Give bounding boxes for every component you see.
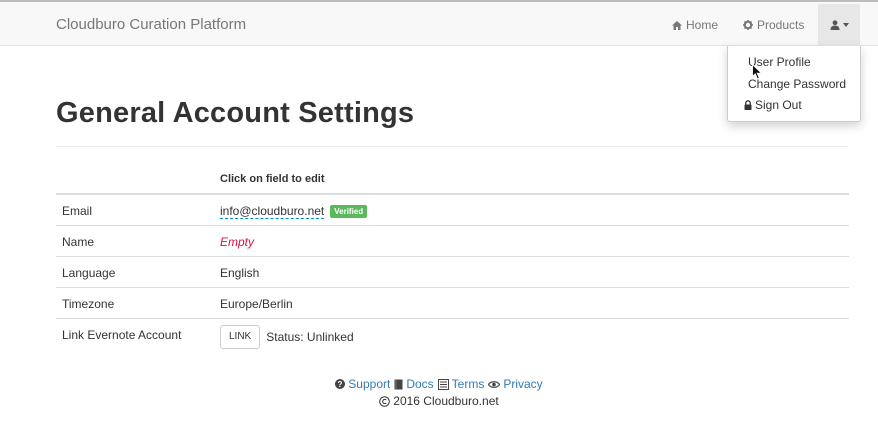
eye-icon (488, 380, 501, 388)
table-row-language: Language English (56, 257, 849, 288)
copyright-text: 2016 Cloudburo.net (393, 394, 499, 408)
email-cell: info@cloudburo.net Verified (220, 204, 368, 219)
settings-table-header: Click on field to edit (56, 165, 849, 195)
table-row-name: Name Empty (56, 226, 849, 257)
name-label: Name (62, 235, 95, 249)
mouse-cursor-icon (752, 64, 763, 80)
footer-link-privacy[interactable]: Privacy (488, 377, 543, 391)
evernote-cell: LINK Status: Unlinked (220, 325, 354, 349)
user-dropdown-menu: User Profile Change Password Sign Out (727, 46, 861, 122)
lock-icon (744, 100, 752, 110)
nav-home-link[interactable]: Home (672, 18, 718, 32)
menu-item-sign-out[interactable]: Sign Out (744, 98, 802, 112)
sign-out-label: Sign Out (755, 98, 802, 112)
footer-link-docs[interactable]: Docs (394, 377, 434, 391)
nav-products-link[interactable]: Products (743, 18, 804, 32)
home-icon (672, 20, 682, 30)
evernote-label: Link Evernote Account (62, 328, 182, 342)
email-field[interactable]: info@cloudburo.net (220, 204, 325, 219)
page-title: General Account Settings (56, 97, 415, 129)
chevron-down-icon (842, 23, 849, 27)
terms-label: Terms (451, 377, 485, 391)
verified-badge: Verified (330, 205, 368, 218)
footer-links: ? Support Docs Terms Privacy (0, 377, 878, 391)
link-evernote-button[interactable]: LINK (220, 325, 261, 349)
language-label: Language (62, 266, 116, 280)
nav-products-label: Products (757, 18, 805, 32)
language-cell: English (220, 266, 259, 280)
book-icon (394, 379, 403, 389)
title-divider (56, 146, 849, 147)
svg-text:?: ? (338, 380, 343, 389)
docs-label: Docs (406, 377, 434, 391)
evernote-status: Status: Unlinked (266, 330, 354, 344)
support-label: Support (348, 377, 391, 391)
copyright-line: 2016 Cloudburo.net (0, 394, 878, 408)
timezone-cell: Europe/Berlin (220, 297, 293, 311)
brand-title[interactable]: Cloudburo Curation Platform (56, 16, 246, 33)
user-menu-toggle[interactable] (818, 4, 860, 46)
table-row-timezone: Timezone Europe/Berlin (56, 288, 849, 319)
footer-link-terms[interactable]: Terms (437, 377, 485, 391)
settings-table: Click on field to edit Email info@cloudb… (56, 165, 849, 359)
top-navbar: Cloudburo Curation Platform Home Product… (0, 0, 878, 46)
user-icon (830, 20, 839, 30)
language-field[interactable]: English (220, 266, 259, 280)
footer-link-support[interactable]: ? Support (335, 377, 390, 391)
name-field[interactable]: Empty (220, 235, 254, 249)
copyright-icon (379, 395, 391, 407)
list-icon (437, 378, 449, 390)
privacy-label: Privacy (503, 377, 543, 391)
gear-icon (743, 20, 753, 30)
email-label: Email (62, 204, 93, 218)
table-row-email: Email info@cloudburo.net Verified (56, 195, 849, 226)
table-row-evernote: Link Evernote Account LINK Status: Unlin… (56, 319, 849, 359)
page-footer: ? Support Docs Terms Privacy 2016 Cloudb… (0, 377, 878, 408)
name-cell: Empty (220, 235, 254, 249)
timezone-label: Timezone (62, 297, 115, 311)
nav-home-label: Home (686, 18, 719, 32)
question-circle-icon: ? (335, 379, 346, 389)
timezone-field[interactable]: Europe/Berlin (220, 297, 293, 311)
edit-hint: Click on field to edit (220, 173, 325, 185)
